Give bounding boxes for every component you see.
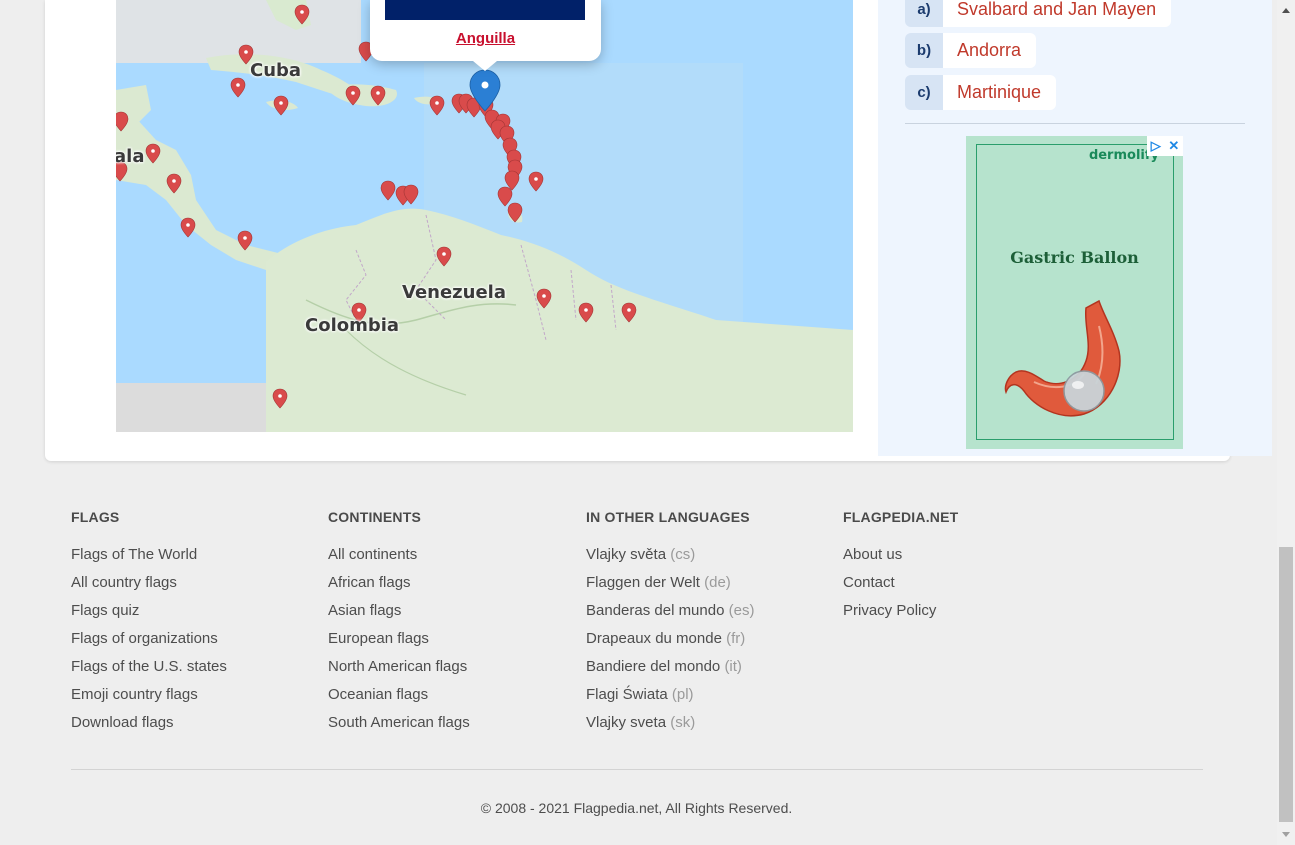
language-name: Drapeaux du monde bbox=[586, 630, 722, 647]
copyright-text: © 2008 - 2021 Flagpedia.net, All Rights … bbox=[480, 800, 793, 816]
footer-link[interactable]: Flags of organizations bbox=[71, 629, 311, 657]
language-name: Vlajky světa bbox=[586, 546, 667, 563]
answer-letter: a) bbox=[905, 0, 943, 27]
ad-controls: ▷ ✕ bbox=[1147, 136, 1183, 156]
language-name: Flaggen der Welt bbox=[586, 574, 700, 591]
footer-link[interactable]: All continents bbox=[328, 545, 568, 573]
footer-link-de[interactable]: Flaggen der Welt (de) bbox=[586, 573, 826, 601]
footer-heading: CONTINENTS bbox=[328, 509, 421, 525]
quiz-panel: a) Svalbard and Jan Mayen b) Andorra c) … bbox=[878, 0, 1272, 456]
answer-text: Svalbard and Jan Mayen bbox=[943, 0, 1172, 27]
scrollbar-thumb[interactable] bbox=[1279, 547, 1293, 822]
language-code: (cs) bbox=[670, 546, 696, 563]
footer-heading: FLAGPEDIA.NET bbox=[843, 509, 959, 525]
vertical-scrollbar[interactable] bbox=[1277, 0, 1295, 845]
footer-link[interactable]: Privacy Policy bbox=[843, 601, 1083, 629]
answer-letter: b) bbox=[905, 33, 943, 68]
ad-headline: Gastric Ballon bbox=[1010, 248, 1139, 267]
map-label-venezuela: Venezuela bbox=[402, 282, 506, 303]
scroll-up-arrow-icon[interactable] bbox=[1282, 8, 1290, 13]
map-label-colombia: Colombia bbox=[305, 315, 400, 336]
language-code: (it) bbox=[724, 658, 742, 675]
scroll-down-arrow-icon[interactable] bbox=[1282, 832, 1290, 837]
footer-column-flags: FLAGS Flags of The World All country fla… bbox=[71, 490, 311, 741]
footer-link[interactable]: Flags quiz bbox=[71, 601, 311, 629]
language-code: (sk) bbox=[670, 714, 696, 731]
footer-heading: IN OTHER LANGUAGES bbox=[586, 509, 750, 525]
popup-tip bbox=[473, 61, 497, 71]
footer-link[interactable]: Flags of the U.S. states bbox=[71, 657, 311, 685]
quiz-answer-b[interactable]: b) Andorra bbox=[905, 33, 1037, 68]
footer-link[interactable]: About us bbox=[843, 545, 1083, 573]
popup-flag-image[interactable] bbox=[385, 0, 585, 20]
answer-text: Andorra bbox=[943, 33, 1037, 68]
footer-link-it[interactable]: Bandiere del mondo (it) bbox=[586, 657, 826, 685]
footer-heading: FLAGS bbox=[71, 509, 120, 525]
map-label-guatemala: ala bbox=[116, 146, 145, 167]
footer-link[interactable]: Contact bbox=[843, 573, 1083, 601]
footer-column-continents: CONTINENTS All continents African flags … bbox=[328, 490, 568, 741]
language-code: (es) bbox=[728, 602, 755, 619]
popup-country-link[interactable]: Anguilla bbox=[370, 30, 601, 47]
language-code: (de) bbox=[704, 574, 731, 591]
footer-link-cs[interactable]: Vlajky světa (cs) bbox=[586, 545, 826, 573]
footer-link[interactable]: African flags bbox=[328, 573, 568, 601]
footer-link[interactable]: Oceanian flags bbox=[328, 685, 568, 713]
footer-link[interactable]: South American flags bbox=[328, 713, 568, 741]
footer-link-fr[interactable]: Drapeaux du monde (fr) bbox=[586, 629, 826, 657]
footer-column-languages: IN OTHER LANGUAGES Vlajky světa (cs) Fla… bbox=[586, 490, 826, 741]
answer-letter: c) bbox=[905, 75, 943, 110]
language-code: (pl) bbox=[671, 686, 694, 703]
footer-link[interactable]: All country flags bbox=[71, 573, 311, 601]
footer-link-sk[interactable]: Vlajky sveta (sk) bbox=[586, 713, 826, 741]
footer-link-es[interactable]: Banderas del mundo (es) bbox=[586, 601, 826, 629]
footer-link[interactable]: Asian flags bbox=[328, 601, 568, 629]
footer-link[interactable]: Emoji country flags bbox=[71, 685, 311, 713]
language-name: Vlajky sveta bbox=[586, 714, 667, 731]
quiz-answer-a[interactable]: a) Svalbard and Jan Mayen bbox=[905, 0, 1172, 27]
language-name: Banderas del mundo bbox=[586, 602, 725, 619]
adchoices-icon[interactable]: ▷ bbox=[1151, 138, 1161, 154]
answer-text: Martinique bbox=[943, 75, 1057, 110]
footer-column-flagpedia: FLAGPEDIA.NET About us Contact Privacy P… bbox=[843, 490, 1083, 629]
quiz-answer-c[interactable]: c) Martinique bbox=[905, 75, 1057, 110]
map-label-cuba: Cuba bbox=[250, 60, 302, 81]
footer-divider bbox=[71, 769, 1203, 770]
advertisement[interactable]: dermolify ▷ ✕ Gastric Ballon bbox=[966, 136, 1183, 449]
close-icon[interactable]: ✕ bbox=[1168, 138, 1179, 154]
footer-link-pl[interactable]: Flagi Świata (pl) bbox=[586, 685, 826, 713]
main-card: Cuba ala Venezuela Colombia Anguilla a) … bbox=[45, 0, 1272, 461]
map-popup: Anguilla bbox=[370, 0, 601, 71]
language-name: Bandiere del mondo bbox=[586, 658, 721, 675]
stomach-illustration bbox=[1004, 299, 1121, 417]
footer-link[interactable]: Flags of The World bbox=[71, 545, 311, 573]
footer-link[interactable]: European flags bbox=[328, 629, 568, 657]
panel-divider bbox=[905, 123, 1245, 124]
language-name: Flagi Świata bbox=[586, 686, 668, 703]
footer-link[interactable]: North American flags bbox=[328, 657, 568, 685]
language-code: (fr) bbox=[726, 630, 746, 647]
footer-link[interactable]: Download flags bbox=[71, 713, 311, 741]
